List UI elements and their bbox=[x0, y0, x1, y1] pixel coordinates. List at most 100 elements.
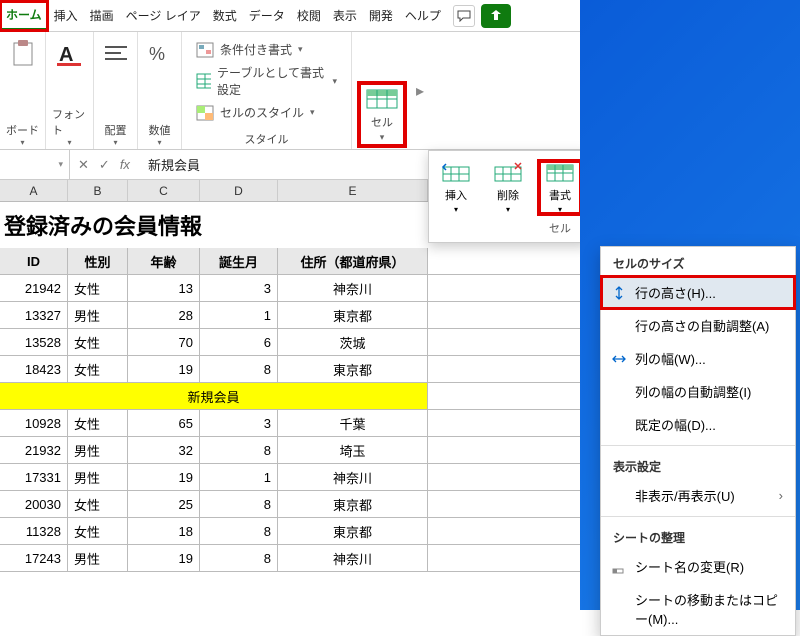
menu-row-height[interactable]: 行の高さ(H)... bbox=[601, 276, 795, 309]
table-row[interactable]: 18423女性198東京都 bbox=[0, 356, 580, 383]
table-row[interactable]: 11328女性188東京都 bbox=[0, 518, 580, 545]
cell[interactable]: 男性 bbox=[68, 437, 128, 463]
share-button[interactable] bbox=[481, 4, 511, 28]
cell[interactable]: 女性 bbox=[68, 410, 128, 436]
new-member-row[interactable]: 新規会員 bbox=[0, 383, 580, 410]
cell[interactable]: 1 bbox=[200, 464, 278, 490]
tab-view[interactable]: 表示 bbox=[327, 1, 363, 31]
confirm-icon[interactable]: ✓ bbox=[99, 157, 110, 173]
format-as-table[interactable]: テーブルとして書式設定▾ bbox=[196, 64, 337, 98]
cell[interactable]: 3 bbox=[200, 410, 278, 436]
col-B[interactable]: B bbox=[68, 180, 128, 201]
worksheet[interactable]: 登録済みの会員情報 ID 性別 年齢 誕生月 住所（都道府県） 21942女性1… bbox=[0, 202, 580, 572]
menu-move-copy[interactable]: シートの移動またはコピー(M)... bbox=[601, 583, 795, 635]
col-C[interactable]: C bbox=[128, 180, 200, 201]
table-row[interactable]: 17243男性198神奈川 bbox=[0, 545, 580, 572]
tab-insert[interactable]: 挿入 bbox=[48, 1, 84, 31]
conditional-formatting[interactable]: 条件付き書式▾ bbox=[196, 41, 337, 58]
cell[interactable]: 女性 bbox=[68, 491, 128, 517]
table-row[interactable]: 21942女性133神奈川 bbox=[0, 275, 580, 302]
cell[interactable]: 25 bbox=[128, 491, 200, 517]
tab-data[interactable]: データ bbox=[243, 1, 291, 31]
cell[interactable]: 19 bbox=[128, 356, 200, 382]
cell[interactable]: 6 bbox=[200, 329, 278, 355]
fx-label[interactable]: fx bbox=[120, 157, 130, 172]
menu-autofit-col[interactable]: 列の幅の自動調整(I) bbox=[601, 375, 795, 408]
cell[interactable]: 19 bbox=[128, 545, 200, 571]
cell[interactable]: 8 bbox=[200, 356, 278, 382]
cell[interactable]: 1 bbox=[200, 302, 278, 328]
cell[interactable]: 11328 bbox=[0, 518, 68, 544]
cell[interactable]: 10928 bbox=[0, 410, 68, 436]
cell[interactable]: 17331 bbox=[0, 464, 68, 490]
tab-review[interactable]: 校閲 bbox=[291, 1, 327, 31]
cell[interactable]: 21942 bbox=[0, 275, 68, 301]
fx-controls[interactable]: ✕ ✓ fx bbox=[70, 157, 138, 173]
cell[interactable]: 東京都 bbox=[278, 491, 428, 517]
cell[interactable]: 8 bbox=[200, 518, 278, 544]
table-row[interactable]: 21932男性328埼玉 bbox=[0, 437, 580, 464]
cell[interactable]: 女性 bbox=[68, 329, 128, 355]
cell[interactable]: 21932 bbox=[0, 437, 68, 463]
cell[interactable]: 3 bbox=[200, 275, 278, 301]
col-D[interactable]: D bbox=[200, 180, 278, 201]
cells-button[interactable]: セル ▾ bbox=[358, 82, 406, 147]
cell[interactable]: 女性 bbox=[68, 275, 128, 301]
cell-styles[interactable]: セルのスタイル▾ bbox=[196, 104, 337, 121]
cell[interactable]: 13 bbox=[128, 275, 200, 301]
table-row[interactable]: 13327男性281東京都 bbox=[0, 302, 580, 329]
cell[interactable]: 男性 bbox=[68, 545, 128, 571]
cell[interactable]: 13327 bbox=[0, 302, 68, 328]
menu-hide-unhide[interactable]: 非表示/再表示(U) › bbox=[601, 479, 795, 512]
name-box[interactable]: ▾ bbox=[0, 150, 70, 179]
menu-autofit-row[interactable]: 行の高さの自動調整(A) bbox=[601, 309, 795, 342]
table-row[interactable]: 13528女性706茨城 bbox=[0, 329, 580, 356]
cell[interactable]: 神奈川 bbox=[278, 464, 428, 490]
cell[interactable]: 千葉 bbox=[278, 410, 428, 436]
cell[interactable]: 18423 bbox=[0, 356, 68, 382]
cell[interactable]: 東京都 bbox=[278, 356, 428, 382]
cell[interactable]: 神奈川 bbox=[278, 275, 428, 301]
cancel-icon[interactable]: ✕ bbox=[78, 157, 89, 173]
cell[interactable]: 32 bbox=[128, 437, 200, 463]
cell[interactable]: 茨城 bbox=[278, 329, 428, 355]
group-clipboard[interactable]: ボード ▾ bbox=[0, 32, 46, 149]
comments-button[interactable] bbox=[453, 5, 475, 27]
cell[interactable]: 男性 bbox=[68, 464, 128, 490]
tab-draw[interactable]: 描画 bbox=[84, 1, 120, 31]
delete-cells-button[interactable]: 削除▾ bbox=[487, 161, 529, 214]
cell[interactable]: 18 bbox=[128, 518, 200, 544]
cell[interactable]: 東京都 bbox=[278, 518, 428, 544]
table-row[interactable]: 10928女性653千葉 bbox=[0, 410, 580, 437]
tab-home[interactable]: ホーム bbox=[0, 1, 48, 31]
col-A[interactable]: A bbox=[0, 180, 68, 201]
tab-pagelayout[interactable]: ページ レイア bbox=[120, 1, 207, 31]
menu-default-width[interactable]: 既定の幅(D)... bbox=[601, 408, 795, 441]
cell[interactable]: 13528 bbox=[0, 329, 68, 355]
cell[interactable]: 19 bbox=[128, 464, 200, 490]
insert-cells-button[interactable]: 挿入▾ bbox=[435, 161, 477, 214]
table-row[interactable]: 20030女性258東京都 bbox=[0, 491, 580, 518]
cell[interactable]: 女性 bbox=[68, 518, 128, 544]
cell[interactable]: 28 bbox=[128, 302, 200, 328]
menu-col-width[interactable]: 列の幅(W)... bbox=[601, 342, 795, 375]
group-alignment[interactable]: 配置 ▾ bbox=[94, 32, 138, 149]
cell[interactable]: 8 bbox=[200, 437, 278, 463]
tab-developer[interactable]: 開発 bbox=[363, 1, 399, 31]
cell[interactable]: 70 bbox=[128, 329, 200, 355]
menu-rename-sheet[interactable]: シート名の変更(R) bbox=[601, 550, 795, 583]
ribbon-scroll-right[interactable]: ▸ bbox=[412, 32, 428, 149]
cell[interactable]: 東京都 bbox=[278, 302, 428, 328]
format-cells-button[interactable]: 書式▾ bbox=[539, 161, 581, 214]
cell[interactable]: 神奈川 bbox=[278, 545, 428, 571]
group-font[interactable]: A フォント ▾ bbox=[46, 32, 94, 149]
cell[interactable]: 男性 bbox=[68, 302, 128, 328]
cell[interactable]: 8 bbox=[200, 491, 278, 517]
formula-value[interactable]: 新規会員 bbox=[138, 155, 210, 174]
col-E[interactable]: E bbox=[278, 180, 428, 201]
cell[interactable]: 20030 bbox=[0, 491, 68, 517]
cell[interactable]: 8 bbox=[200, 545, 278, 571]
tab-help[interactable]: ヘルプ bbox=[399, 1, 447, 31]
cell[interactable]: 埼玉 bbox=[278, 437, 428, 463]
tab-formulas[interactable]: 数式 bbox=[207, 1, 243, 31]
